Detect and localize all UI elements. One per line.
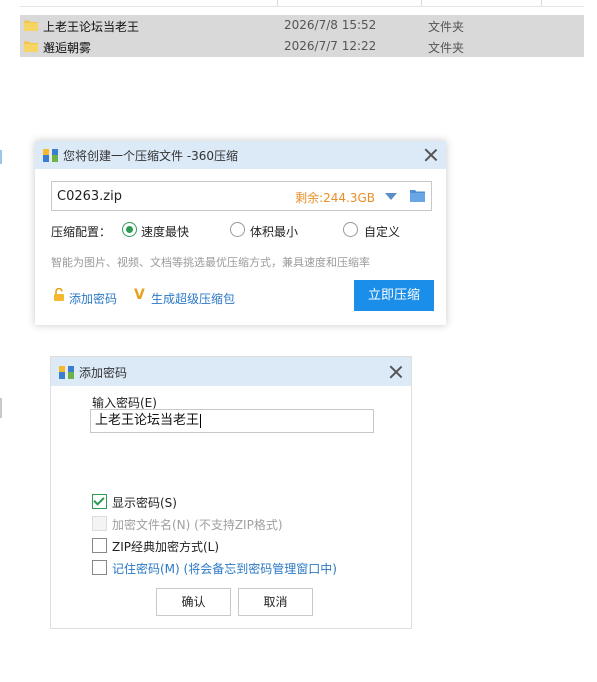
password-value: 上老王论坛当老王 (95, 413, 200, 428)
file-date: 2026/7/7 12:22 (284, 39, 377, 53)
show-password-checkbox[interactable] (92, 494, 107, 509)
file-row[interactable]: 邂逅朝雾 2026/7/7 12:22 文件夹 (20, 36, 584, 57)
encrypt-filename-label: 加密文件名(N) (不支持ZIP格式) (112, 518, 283, 532)
radio-custom[interactable] (343, 222, 358, 237)
lock-icon (54, 288, 64, 301)
archive-filename: C0263.zip (57, 189, 122, 204)
column-divider[interactable] (421, 0, 422, 6)
close-icon[interactable] (424, 148, 438, 162)
column-header-strip (20, 0, 584, 7)
column-divider[interactable] (541, 0, 542, 6)
column-divider[interactable] (277, 0, 278, 6)
remember-password-checkbox[interactable] (92, 560, 107, 575)
add-password-dialog: 添加密码 输入密码(E) 上老王论坛当老王 显示密码(S) 加密文件名(N) (… (50, 356, 412, 629)
compress-dialog: 您将创建一个压缩文件 -360压缩 C0263.zip 剩余:244.3GB 压… (35, 141, 446, 325)
archive-filename-field[interactable]: C0263.zip 剩余:244.3GB (51, 181, 432, 211)
folder-icon (24, 20, 38, 31)
file-date: 2026/7/8 15:52 (284, 18, 377, 32)
window-edge-marker (0, 398, 2, 418)
encrypt-filename-checkbox (92, 516, 107, 531)
radio-smallest-label[interactable]: 体积最小 (250, 223, 298, 240)
compress-config-label: 压缩配置： (51, 225, 112, 239)
browse-folder-icon[interactable] (410, 189, 425, 202)
cancel-button[interactable]: 取消 (238, 588, 313, 616)
radio-fastest-label[interactable]: 速度最快 (141, 223, 189, 240)
text-caret (200, 413, 202, 428)
file-type: 文件夹 (428, 41, 465, 55)
confirm-button[interactable]: 确认 (156, 588, 231, 616)
dialog-titlebar[interactable]: 添加密码 (51, 357, 411, 386)
archive-app-icon (43, 148, 58, 162)
compress-now-button[interactable]: 立即压缩 (354, 280, 434, 311)
radio-custom-label[interactable]: 自定义 (364, 223, 400, 240)
folder-icon (24, 41, 38, 52)
close-icon[interactable] (389, 365, 403, 379)
remaining-space-label: 剩余:244.3GB (295, 191, 375, 205)
show-password-label[interactable]: 显示密码(S) (112, 494, 177, 511)
file-name: 邂逅朝雾 (43, 41, 92, 55)
radio-smallest[interactable] (230, 222, 245, 237)
radio-fastest[interactable] (122, 222, 137, 237)
dialog-title: 添加密码 (79, 366, 128, 380)
zip-classic-encryption-checkbox[interactable] (92, 538, 107, 553)
file-explorer-list: 上老王论坛当老王 2026/7/8 15:52 文件夹 邂逅朝雾 2026/7/… (0, 0, 597, 60)
archive-app-icon (59, 365, 74, 379)
compress-hint: 智能为图片、视频、文档等挑选最优压缩方式，兼具速度和压缩率 (51, 256, 370, 269)
file-name: 上老王论坛当老王 (43, 20, 140, 34)
vip-v-icon: V (134, 287, 145, 303)
password-input[interactable]: 上老王论坛当老王 (90, 409, 374, 433)
dialog-title: 您将创建一个压缩文件 -360压缩 (63, 149, 239, 163)
add-password-link[interactable]: 添加密码 (69, 290, 117, 307)
remember-password-label[interactable]: 记住密码(M) (将会备忘到密码管理窗口中) (112, 560, 337, 577)
zip-classic-encryption-label[interactable]: ZIP经典加密方式(L) (112, 538, 219, 555)
window-edge-marker (0, 150, 2, 164)
dialog-titlebar[interactable]: 您将创建一个压缩文件 -360压缩 (35, 141, 446, 169)
file-type: 文件夹 (428, 20, 465, 34)
chevron-down-icon[interactable] (385, 193, 397, 200)
super-package-link[interactable]: 生成超级压缩包 (151, 290, 235, 307)
file-row[interactable]: 上老王论坛当老王 2026/7/8 15:52 文件夹 (20, 15, 584, 36)
